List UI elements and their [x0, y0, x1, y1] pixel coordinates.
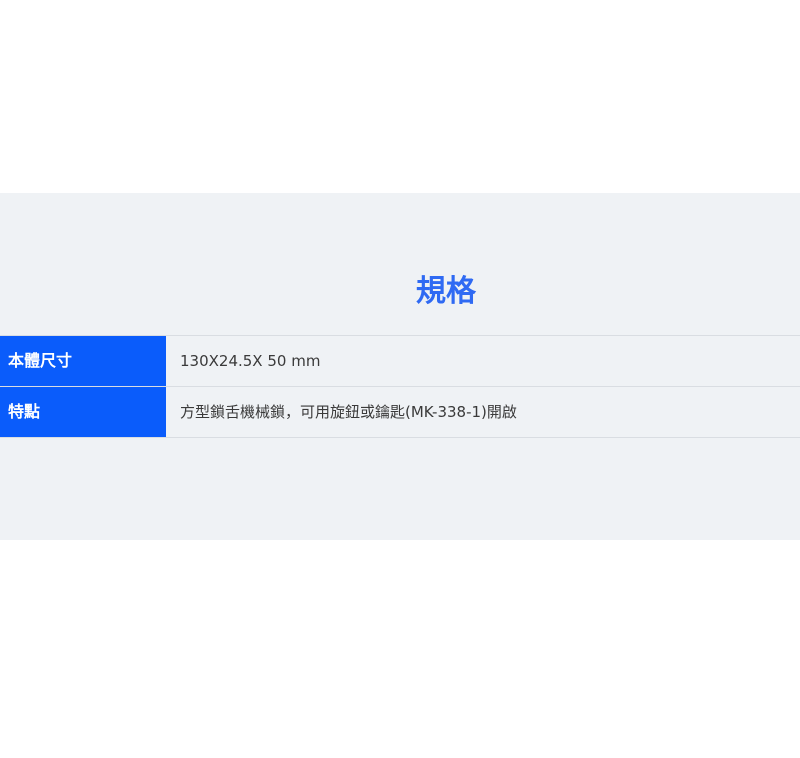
spec-value-features: 方型鎖舌機械鎖，可用旋鈕或鑰匙(MK-338-1)開啟 — [180, 403, 517, 421]
spec-value-size: 130X24.5X 50 mm — [180, 352, 321, 370]
spec-label-size: 本體尺寸 — [0, 336, 166, 386]
spec-title: 規格 — [416, 274, 476, 309]
spec-row-size: 本體尺寸 130X24.5X 50 mm — [0, 336, 800, 387]
spec-label-features: 特點 — [0, 387, 166, 437]
spec-table: 本體尺寸 130X24.5X 50 mm 特點 方型鎖舌機械鎖，可用旋鈕或鑰匙(… — [0, 335, 800, 438]
spec-row-features: 特點 方型鎖舌機械鎖，可用旋鈕或鑰匙(MK-338-1)開啟 — [0, 387, 800, 438]
